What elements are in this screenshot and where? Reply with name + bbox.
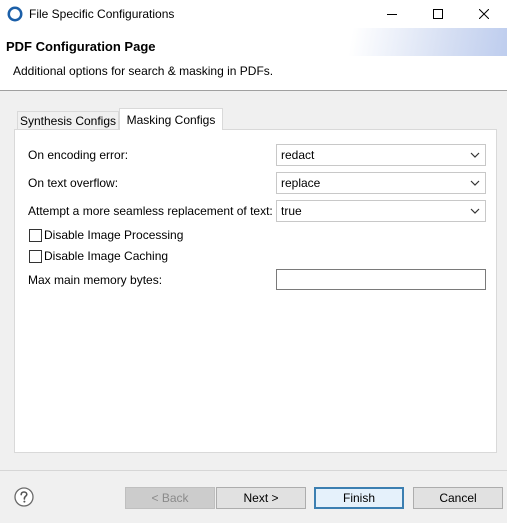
- help-icon: [14, 487, 34, 507]
- banner-graphic: [300, 28, 507, 56]
- max-memory-label: Max main memory bytes:: [28, 273, 163, 287]
- tab-label: Synthesis Configs: [19, 114, 117, 128]
- select-value: replace: [281, 176, 321, 190]
- cancel-button[interactable]: Cancel: [413, 487, 503, 509]
- select-value: true: [281, 204, 302, 218]
- finish-button[interactable]: Finish: [314, 487, 404, 509]
- disable-image-caching-label[interactable]: Disable Image Caching: [44, 249, 168, 263]
- seamless-replacement-label: Attempt a more seamless replacement of t…: [28, 204, 273, 218]
- minimize-icon: [387, 14, 397, 15]
- page-description: Additional options for search & masking …: [13, 64, 274, 78]
- select-value: redact: [281, 148, 315, 162]
- text-overflow-select[interactable]: replace: [276, 172, 486, 194]
- window-title: File Specific Configurations: [29, 7, 175, 21]
- seamless-replacement-select[interactable]: true: [276, 200, 486, 222]
- tab-synthesis-configs[interactable]: Synthesis Configs: [17, 111, 119, 130]
- next-button[interactable]: Next >: [216, 487, 306, 509]
- disable-image-processing-checkbox[interactable]: [29, 229, 42, 242]
- chevron-down-icon: [470, 180, 480, 186]
- disable-image-caching-checkbox[interactable]: [29, 250, 42, 263]
- minimize-button[interactable]: [369, 0, 415, 28]
- app-icon: [7, 6, 23, 22]
- back-button[interactable]: < Back: [125, 487, 215, 509]
- page-title: PDF Configuration Page: [6, 39, 156, 54]
- chevron-down-icon: [470, 152, 480, 158]
- encoding-error-label: On encoding error:: [28, 148, 129, 162]
- tab-masking-configs[interactable]: Masking Configs: [119, 108, 223, 130]
- max-memory-input[interactable]: [276, 269, 486, 290]
- maximize-icon: [433, 9, 443, 19]
- help-button[interactable]: [14, 487, 34, 507]
- close-button[interactable]: [461, 0, 507, 28]
- text-overflow-label: On text overflow:: [28, 176, 119, 190]
- encoding-error-select[interactable]: redact: [276, 144, 486, 166]
- tab-label: Masking Configs: [126, 112, 216, 127]
- disable-image-processing-label[interactable]: Disable Image Processing: [44, 228, 183, 242]
- header-banner: PDF Configuration Page Additional option…: [0, 28, 507, 90]
- chevron-down-icon: [470, 208, 480, 214]
- close-icon: [479, 9, 489, 19]
- maximize-button[interactable]: [415, 0, 461, 28]
